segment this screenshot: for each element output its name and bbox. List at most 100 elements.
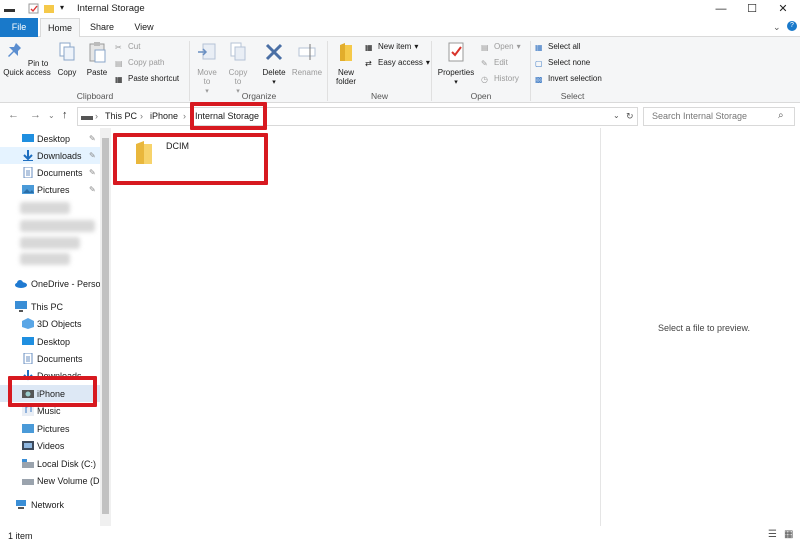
help-icon[interactable]: ? (787, 21, 797, 31)
nav-item-documents[interactable]: Documents ✎ (0, 164, 100, 181)
copy-button[interactable]: Copy (54, 41, 80, 77)
new-folder-icon (340, 43, 352, 61)
nav-item-new-volume-d[interactable]: New Volume (D:) (0, 472, 100, 489)
address-dropdown-icon[interactable]: ⌄ (613, 111, 620, 120)
item-count: 1 item (8, 531, 33, 541)
address-bar[interactable]: › This PC › iPhone › Internal Storage ⌄ … (77, 107, 638, 126)
nav-label: Downloads (37, 150, 82, 161)
crumb-iphone[interactable]: iPhone (150, 111, 178, 121)
nav-item-3d-objects[interactable]: 3D Objects (0, 315, 100, 332)
close-button[interactable]: ✕ (768, 0, 798, 18)
nav-item-documents-pc[interactable]: Documents (0, 350, 100, 367)
search-input[interactable]: Search Internal Storage ⌕ (643, 107, 795, 126)
paste-label: Paste (86, 68, 108, 77)
nav-label: Videos (37, 440, 65, 451)
cut-label: Cut (128, 42, 141, 51)
pin-icon[interactable]: ✎ (89, 134, 96, 143)
nav-item-local-disk-c[interactable]: Local Disk (C:) (0, 455, 100, 472)
move-to-button[interactable]: Move to ▾ (194, 41, 220, 96)
copy-to-label: Copy to (228, 68, 248, 86)
properties-quick-icon[interactable] (28, 3, 39, 14)
nav-item-pictures-pc[interactable]: Pictures (0, 420, 100, 437)
copy-to-button[interactable]: Copy to ▾ (225, 41, 251, 96)
pictures-icon (22, 424, 34, 433)
nav-item-downloads[interactable]: Downloads ✎ (0, 147, 100, 164)
paste-shortcut-button[interactable]: ▦ Paste shortcut (115, 73, 179, 85)
pin-icon[interactable]: ✎ (89, 151, 96, 160)
nav-label: This PC (31, 301, 64, 312)
computer-icon (15, 301, 27, 312)
large-icons-view-icon[interactable]: ▦ (784, 529, 793, 540)
history-button[interactable]: ◷ History (481, 73, 519, 85)
delete-icon (265, 43, 283, 61)
separator (431, 41, 432, 101)
delete-label: Delete (262, 68, 286, 77)
nav-scroll-thumb[interactable] (102, 138, 109, 514)
nav-label: Documents (37, 353, 83, 364)
crumb-this-pc[interactable]: This PC (105, 111, 137, 121)
tab-file[interactable]: File (0, 18, 38, 37)
paste-button[interactable]: Paste (84, 41, 110, 77)
tab-home[interactable]: Home (40, 18, 80, 38)
select-none-button[interactable]: ▢ Select none (535, 57, 590, 69)
nav-item-desktop-pc[interactable]: Desktop (0, 333, 100, 350)
blurred-folder[interactable] (20, 237, 80, 249)
maximize-button[interactable]: ☐ (737, 0, 767, 18)
new-folder-label: New folder (335, 68, 356, 86)
nav-label: Desktop (37, 336, 71, 347)
rename-button[interactable]: Rename (291, 41, 323, 77)
nav-item-pictures[interactable]: Pictures ✎ (0, 181, 100, 198)
status-bar: 1 item ☰ ▦ (0, 527, 800, 543)
open-button[interactable]: ▤ Open ▾ (481, 41, 521, 53)
pin-icon[interactable]: ✎ (89, 185, 96, 194)
back-icon[interactable]: ← (8, 109, 19, 121)
blurred-folder[interactable] (20, 220, 95, 232)
pictures-icon (22, 185, 34, 194)
refresh-icon[interactable]: ↻ (626, 111, 634, 122)
tab-share[interactable]: Share (82, 18, 122, 37)
nav-item-desktop[interactable]: Desktop ✎ (0, 130, 100, 147)
pin-icon[interactable]: ✎ (89, 168, 96, 177)
scissors-icon: ✂ (115, 43, 122, 52)
forward-icon[interactable]: → (30, 109, 41, 121)
invert-selection-button[interactable]: ▩ Invert selection (535, 73, 602, 85)
delete-button[interactable]: Delete ▾ (259, 41, 289, 87)
nav-item-this-pc[interactable]: This PC (0, 298, 100, 315)
customize-toolbar-icon[interactable]: ▾ (60, 3, 64, 12)
new-folder-quick-icon[interactable] (44, 3, 55, 14)
search-placeholder: Search Internal Storage (652, 111, 748, 121)
minimize-button[interactable]: — (706, 0, 736, 18)
ribbon: Pin to Quick access Copy Paste ✂ Cut ▤ Cop… (0, 37, 800, 103)
copy-path-button[interactable]: ▤ Copy path (115, 57, 164, 69)
easy-access-label: Easy access (378, 58, 423, 67)
separator (530, 41, 531, 101)
new-item-button[interactable]: ▦ New item ▾ (365, 41, 418, 53)
nav-item-network[interactable]: Network (0, 496, 100, 513)
documents-icon (23, 353, 33, 364)
tab-view[interactable]: View (124, 18, 164, 37)
history-label: History (494, 74, 519, 83)
nav-item-onedrive[interactable]: OneDrive - Person (0, 275, 100, 292)
pin-to-quick-access-button[interactable]: Pin to Quick access (2, 41, 52, 77)
move-to-icon (198, 43, 216, 60)
edit-label: Edit (494, 58, 508, 67)
history-icon: ◷ (481, 75, 488, 84)
new-folder-button[interactable]: New folder (332, 41, 360, 86)
invert-selection-label: Invert selection (548, 74, 602, 83)
preview-message: Select a file to preview. (658, 323, 751, 333)
edit-button[interactable]: ✎ Edit (481, 57, 508, 69)
nav-item-videos[interactable]: Videos (0, 437, 100, 454)
blurred-folder[interactable] (20, 253, 70, 265)
details-view-icon[interactable]: ☰ (768, 529, 777, 540)
expand-ribbon-icon[interactable]: ⌄ (773, 22, 781, 33)
easy-access-button[interactable]: ⇄ Easy access ▾ (365, 57, 430, 69)
properties-button[interactable]: Properties ▾ (436, 41, 476, 87)
crumb-separator-icon: › (95, 111, 98, 121)
cut-button[interactable]: ✂ Cut (115, 41, 140, 53)
blurred-folder[interactable] (20, 202, 70, 214)
nav-label: Pictures (37, 423, 70, 434)
recent-locations-icon[interactable]: ⌄ (48, 111, 55, 120)
up-icon[interactable]: ↑ (62, 109, 68, 121)
organize-group-label: Organize (241, 91, 277, 101)
select-all-button[interactable]: ▦ Select all (535, 41, 580, 53)
